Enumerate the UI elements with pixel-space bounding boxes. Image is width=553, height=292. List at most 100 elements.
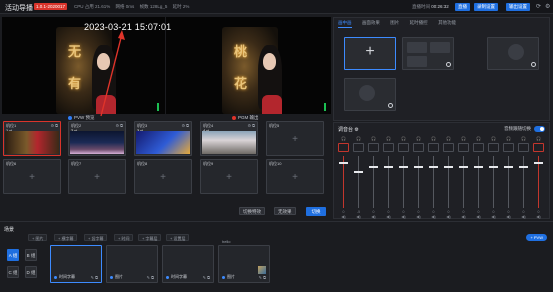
cut-button[interactable]: 切换	[306, 207, 326, 216]
fader-knob[interactable]	[444, 166, 453, 169]
refresh-icon[interactable]: ⟳	[536, 3, 541, 10]
source-1[interactable]: 机位1 1.rt ⚙ ⧉	[3, 121, 61, 156]
headphone-icon[interactable]: 🎧	[518, 136, 529, 141]
mixer-strip-2[interactable]: 🎧 -5 ◀)	[353, 136, 364, 219]
mixer-strip-4[interactable]: 🎧 0 ◀)	[383, 136, 394, 219]
mixer-strip-7[interactable]: 🎧 0 ◀)	[428, 136, 439, 219]
scene-edit-icon[interactable]: ✎ ⧉	[259, 275, 266, 280]
channel-mute-button[interactable]	[353, 143, 364, 152]
mixer-strip-13[interactable]: 🎧 0 ◀)	[518, 136, 529, 219]
speaker-icon[interactable]: ◀)	[458, 214, 469, 219]
tab-pip[interactable]: 画中画	[338, 20, 352, 28]
group-c-button[interactable]: C 组	[7, 266, 19, 278]
speaker-icon[interactable]: ◀)	[428, 214, 439, 219]
fader-track[interactable]	[418, 156, 419, 208]
channel-mute-button[interactable]	[503, 143, 514, 152]
source-settings-icon[interactable]: ⚙ ⧉	[181, 123, 189, 128]
headphone-icon[interactable]: 🎧	[413, 136, 424, 141]
transition-select[interactable]: 切换特效	[239, 207, 265, 215]
headphone-icon[interactable]: 🎧	[428, 136, 439, 141]
fader-knob[interactable]	[489, 166, 498, 169]
fader-track[interactable]	[493, 156, 494, 208]
headphone-icon[interactable]: 🎧	[398, 136, 409, 141]
fader-track[interactable]	[478, 156, 479, 208]
fader-track[interactable]	[403, 156, 404, 208]
tab-images[interactable]: 图片	[390, 20, 399, 27]
fader-knob[interactable]	[339, 162, 348, 165]
channel-mute-button[interactable]	[473, 143, 484, 152]
source-6[interactable]: 机位6 +	[3, 159, 61, 194]
speaker-icon[interactable]: ◀)	[368, 214, 379, 219]
speaker-icon[interactable]: ◀)	[383, 214, 394, 219]
fader-track[interactable]	[358, 156, 359, 208]
headphone-icon[interactable]: 🎧	[443, 136, 454, 141]
output-settings-button[interactable]: 输出设置	[506, 3, 530, 11]
fader-track[interactable]	[388, 156, 389, 208]
fader-track[interactable]	[448, 156, 449, 208]
mixer-strip-11[interactable]: 🎧 0 ◀)	[488, 136, 499, 219]
headphone-icon[interactable]: 🎧	[338, 136, 349, 141]
channel-mute-button[interactable]	[383, 143, 394, 152]
fader-knob[interactable]	[459, 166, 468, 169]
channel-mute-button[interactable]	[428, 143, 439, 152]
tab-effects[interactable]: 画面效果	[362, 20, 380, 27]
headphone-icon[interactable]: 🎧	[368, 136, 379, 141]
add-image-chip[interactable]: + 图片	[28, 234, 48, 241]
fader-knob[interactable]	[399, 166, 408, 169]
source-5[interactable]: 机位5 +	[266, 121, 324, 156]
source-settings-icon[interactable]: ⚙ ⧉	[247, 123, 255, 128]
scene-card-3[interactable]: 时间字幕 ✎ ⧉	[162, 245, 214, 283]
fader-knob[interactable]	[429, 166, 438, 169]
pip-layout-4[interactable]	[344, 78, 396, 111]
add-caption-layer-chip[interactable]: + 字幕层	[138, 234, 162, 241]
fader-knob[interactable]	[474, 166, 483, 169]
pip-layout-3[interactable]	[487, 37, 539, 70]
speaker-icon[interactable]: ◀)	[518, 214, 529, 219]
tab-other[interactable]: 其他功能	[438, 20, 456, 27]
headphone-icon[interactable]: 🎧	[353, 136, 364, 141]
add-time-chip[interactable]: + 时间	[114, 234, 134, 241]
fader-knob[interactable]	[369, 166, 378, 169]
source-7[interactable]: 机位7 +	[68, 159, 126, 194]
audio-follow-toggle[interactable]	[534, 126, 545, 132]
speaker-icon[interactable]: ◀)	[413, 214, 424, 219]
channel-mute-button[interactable]	[518, 143, 529, 152]
record-settings-button[interactable]: 录制设置	[474, 3, 498, 11]
group-a-button[interactable]: A 组	[7, 249, 19, 261]
scene-card-2[interactable]: 图片 ✎ ⧉	[106, 245, 158, 283]
mixer-strip-14[interactable]: 🎧 0 ◀)	[533, 136, 544, 219]
fader-knob[interactable]	[384, 166, 393, 169]
fader-knob[interactable]	[534, 162, 543, 165]
scene-edit-icon[interactable]: ✎ ⧉	[203, 275, 210, 280]
fader-knob[interactable]	[504, 166, 513, 169]
mixer-strip-5[interactable]: 🎧 0 ◀)	[398, 136, 409, 219]
fader-track[interactable]	[433, 156, 434, 208]
duration-select[interactable]: 无效果	[274, 207, 296, 215]
mixer-strip-3[interactable]: 🎧 0 ◀)	[368, 136, 379, 219]
source-8[interactable]: 机位8 +	[134, 159, 192, 194]
send-to-pvw-button[interactable]: + PVW	[526, 234, 547, 241]
speaker-icon[interactable]: ◀)	[533, 214, 544, 219]
headphone-icon[interactable]: 🎧	[458, 136, 469, 141]
headphone-icon[interactable]: 🎧	[503, 136, 514, 141]
tab-delay[interactable]: 延时播控	[410, 20, 428, 27]
layout-settings-icon[interactable]	[388, 103, 393, 108]
speaker-icon[interactable]: ◀)	[443, 214, 454, 219]
channel-mute-button[interactable]	[533, 143, 544, 152]
fader-track[interactable]	[523, 156, 524, 208]
layout-settings-icon[interactable]	[531, 62, 536, 67]
speaker-icon[interactable]: ◀)	[473, 214, 484, 219]
add-horizontal-caption-chip[interactable]: + 横字幕	[54, 234, 78, 241]
layout-settings-icon[interactable]	[446, 62, 451, 67]
mixer-strip-6[interactable]: 🎧 0 ◀)	[413, 136, 424, 219]
source-9[interactable]: 机位9 +	[200, 159, 258, 194]
scene-edit-icon[interactable]: ✎ ⧉	[91, 275, 98, 280]
channel-mute-button[interactable]	[338, 143, 349, 152]
channel-mute-button[interactable]	[488, 143, 499, 152]
speaker-icon[interactable]: ◀)	[503, 214, 514, 219]
group-b-button[interactable]: B 组	[25, 249, 37, 261]
source-settings-icon[interactable]: ⚙ ⧉	[115, 123, 123, 128]
speaker-icon[interactable]: ◀)	[353, 214, 364, 219]
fader-track[interactable]	[463, 156, 464, 208]
scene-edit-icon[interactable]: ✎ ⧉	[147, 275, 154, 280]
